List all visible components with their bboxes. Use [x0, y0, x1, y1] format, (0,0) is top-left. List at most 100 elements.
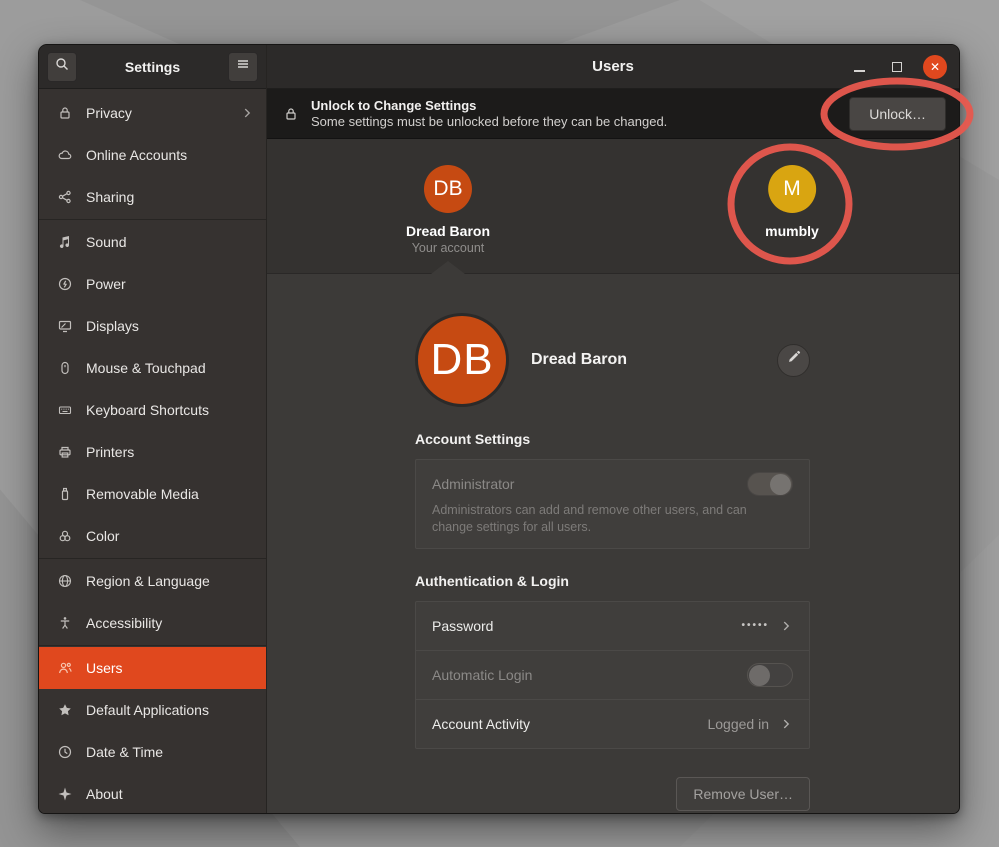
- star-icon: [57, 702, 73, 718]
- row-top: Account ActivityLogged in: [432, 712, 793, 736]
- printer-icon: [57, 444, 73, 460]
- sidebar-item-online-accounts[interactable]: Online Accounts: [39, 134, 266, 176]
- sidebar-item-keyboard-shortcuts[interactable]: Keyboard Shortcuts: [39, 389, 266, 431]
- unlock-banner-text: Unlock to Change Settings Some settings …: [311, 98, 667, 129]
- unlock-banner-title: Unlock to Change Settings: [311, 98, 667, 113]
- sidebar-titlebar: Settings: [39, 45, 266, 89]
- sidebar-item-about[interactable]: About: [39, 773, 266, 814]
- settings-row-password[interactable]: Password •••••: [416, 602, 809, 650]
- close-button[interactable]: ✕: [923, 55, 947, 79]
- section-title-authentication-login: Authentication & Login: [415, 573, 959, 589]
- sidebar-item-label: Power: [86, 276, 254, 292]
- sidebar-item-label: Online Accounts: [86, 147, 254, 163]
- share-icon: [57, 189, 73, 205]
- user-name: mumbly: [765, 223, 819, 239]
- edit-name-button[interactable]: [777, 344, 810, 377]
- sidebar-item-date-time[interactable]: Date & Time: [39, 731, 266, 773]
- sidebar-item-label: Sharing: [86, 189, 254, 205]
- sidebar-separator: [39, 645, 266, 646]
- user-name: Dread Baron: [406, 223, 490, 239]
- sidebar-item-label: Region & Language: [86, 573, 254, 589]
- row-value: Logged in: [707, 716, 769, 732]
- avatar: M: [768, 165, 816, 213]
- profile-name: Dread Baron: [531, 351, 627, 369]
- sidebar-item-displays[interactable]: Displays: [39, 305, 266, 347]
- sidebar-item-color[interactable]: Color: [39, 515, 266, 557]
- chevron-right-icon: [240, 106, 254, 120]
- sidebar-item-label: Mouse & Touchpad: [86, 360, 254, 376]
- sound-icon: [57, 234, 73, 250]
- toggle-switch[interactable]: [747, 472, 793, 496]
- sidebar-item-label: About: [86, 786, 254, 802]
- settings-window: Settings Privacy Online Accounts Sharing So…: [38, 44, 960, 814]
- sidebar-item-region-language[interactable]: Region & Language: [39, 560, 266, 602]
- headerbar: Users ✕: [267, 45, 959, 89]
- unlock-button[interactable]: Unlock…: [849, 97, 946, 131]
- sidebar-item-removable-media[interactable]: Removable Media: [39, 473, 266, 515]
- settings-row-administrator: Administrator Administrators can add and …: [416, 460, 809, 548]
- maximize-icon: [892, 62, 902, 72]
- selected-user-pointer: [431, 261, 465, 274]
- sidebar-title: Settings: [77, 59, 228, 75]
- user-chip-mumbly[interactable]: Mmumbly: [765, 165, 819, 239]
- hamburger-menu-icon: [235, 56, 251, 77]
- sidebar-item-power[interactable]: Power: [39, 263, 266, 305]
- accessibility-icon: [57, 615, 73, 631]
- user-subtitle: Your account: [412, 241, 485, 255]
- sidebar-item-label: Removable Media: [86, 486, 254, 502]
- maximize-button[interactable]: [885, 55, 909, 79]
- row-label: Password: [432, 618, 731, 634]
- sidebar-item-privacy[interactable]: Privacy: [39, 92, 266, 134]
- card-authentication-login: Password ••••• Automatic Login Account Acti…: [415, 601, 810, 749]
- sidebar-separator: [39, 558, 266, 559]
- sparkle-icon: [57, 786, 73, 802]
- mouse-icon: [57, 360, 73, 376]
- unlock-banner-subtitle: Some settings must be unlocked before th…: [311, 114, 667, 129]
- display-icon: [57, 318, 73, 334]
- toggle-knob: [770, 474, 791, 495]
- main-panel: Users ✕ Unlock to Change Settings Some s…: [267, 45, 959, 813]
- sidebar-list: Privacy Online Accounts Sharing Sound Power D…: [39, 89, 266, 814]
- settings-row-account-activity[interactable]: Account ActivityLogged in: [416, 699, 809, 748]
- user-chip-dread-baron[interactable]: DB Dread Baron Your account: [406, 165, 490, 255]
- row-value: •••••: [741, 620, 769, 631]
- lock-icon: [57, 105, 73, 121]
- window-controls: ✕: [847, 55, 959, 79]
- sidebar-item-printers[interactable]: Printers: [39, 431, 266, 473]
- search-button[interactable]: [47, 52, 77, 82]
- row-top: Automatic Login: [432, 663, 793, 687]
- sidebar-item-default-applications[interactable]: Default Applications: [39, 689, 266, 731]
- section-title-account-settings: Account Settings: [415, 431, 959, 447]
- row-top: Administrator: [432, 472, 793, 496]
- keyboard-icon: [57, 402, 73, 418]
- remove-user-row: Remove User…: [415, 777, 810, 811]
- minimize-button[interactable]: [847, 55, 871, 79]
- sidebar-item-users[interactable]: Users: [39, 647, 266, 689]
- sidebar-item-accessibility[interactable]: Accessibility: [39, 602, 266, 644]
- toggle-switch[interactable]: [747, 663, 793, 687]
- users-icon: [57, 660, 73, 676]
- row-description: Administrators can add and remove other …: [432, 502, 767, 536]
- user-carousel: DB Dread Baron Your account Mmumbly: [267, 139, 959, 274]
- sidebar-item-mouse-touchpad[interactable]: Mouse & Touchpad: [39, 347, 266, 389]
- sidebar-item-label: Users: [86, 660, 254, 676]
- sidebar-item-sharing[interactable]: Sharing: [39, 176, 266, 218]
- sidebar-item-label: Printers: [86, 444, 254, 460]
- removable-media-icon: [57, 486, 73, 502]
- sidebar-separator: [39, 219, 266, 220]
- remove-user-button[interactable]: Remove User…: [676, 777, 810, 811]
- toggle-knob: [749, 665, 770, 686]
- unlock-banner: Unlock to Change Settings Some settings …: [267, 89, 959, 139]
- card-account-settings: Administrator Administrators can add and …: [415, 459, 810, 549]
- menu-button[interactable]: [228, 52, 258, 82]
- sidebar-item-label: Privacy: [86, 105, 227, 121]
- sidebar-item-label: Accessibility: [86, 615, 254, 631]
- settings-row-automatic-login: Automatic Login: [416, 650, 809, 699]
- sidebar-item-sound[interactable]: Sound: [39, 221, 266, 263]
- sidebar-item-label: Color: [86, 528, 254, 544]
- sidebar-item-label: Displays: [86, 318, 254, 334]
- avatar: DB: [424, 165, 472, 213]
- power-icon: [57, 276, 73, 292]
- search-icon: [54, 56, 70, 77]
- sidebar: Settings Privacy Online Accounts Sharing So…: [39, 45, 267, 813]
